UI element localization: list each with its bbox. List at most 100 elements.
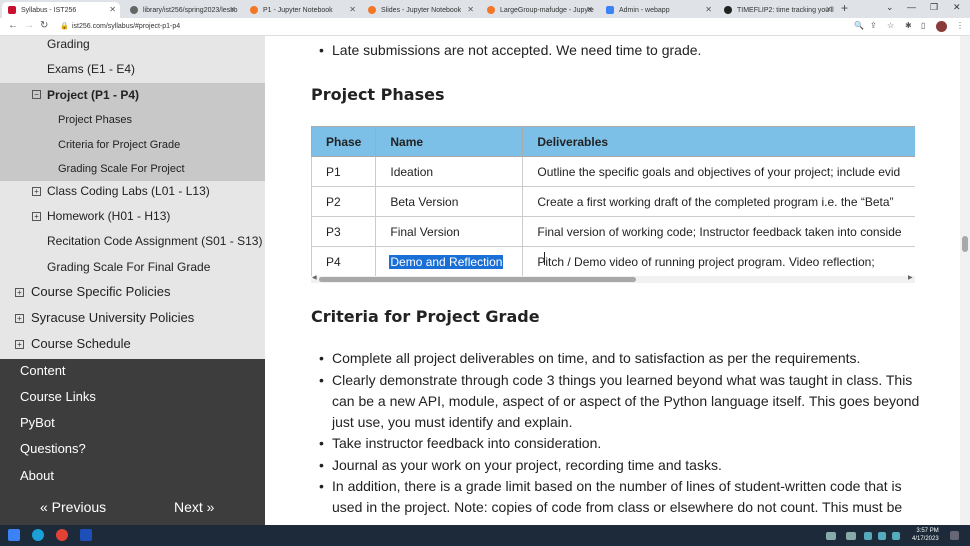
menu-icon[interactable]: ⋮ xyxy=(956,21,964,30)
syllabus-favicon-icon xyxy=(8,6,16,14)
sidebar-item-homework[interactable]: + Homework (H01 - H13) xyxy=(0,208,265,224)
system-tray-icon[interactable] xyxy=(864,532,872,540)
jupyter-favicon-icon xyxy=(368,6,376,14)
reload-icon[interactable]: ↻ xyxy=(40,20,48,31)
next-page-link[interactable]: Next » xyxy=(174,499,214,515)
sidebar-item-criteria[interactable]: Criteria for Project Grade xyxy=(0,132,265,157)
chrome-icon[interactable] xyxy=(56,529,68,541)
phase-cell: P2 xyxy=(311,186,377,217)
tab-syllabus[interactable]: Syllabus - IST256 ✕ xyxy=(2,2,120,18)
wifi-icon[interactable] xyxy=(878,532,886,540)
column-header-phase: Phase xyxy=(311,126,377,157)
close-icon[interactable]: ✕ xyxy=(586,5,593,14)
new-tab-icon[interactable]: + xyxy=(841,1,848,15)
sidebar-item-label: Project Phases xyxy=(58,114,132,126)
side-panel-icon[interactable]: ▯ xyxy=(921,21,925,30)
tab-admin[interactable]: Admin - webapp ✕ xyxy=(600,2,716,18)
scrollbar-thumb[interactable] xyxy=(319,277,636,282)
tab-largegroup[interactable]: LargeGroup-mafudge - Jupyte ✕ xyxy=(481,2,597,18)
expand-icon[interactable]: + xyxy=(15,314,24,323)
criteria-heading: Criteria for Project Grade xyxy=(311,307,540,326)
sidebar-item-label: Criteria for Project Grade xyxy=(58,139,181,151)
sidebar-item-label: Course Schedule xyxy=(31,336,131,351)
link-pybot[interactable]: PyBot xyxy=(20,415,55,430)
minimize-icon[interactable]: — xyxy=(907,2,916,12)
volume-icon[interactable] xyxy=(892,532,900,540)
clock[interactable]: 3:57 PM 4/17/2023 xyxy=(912,527,939,543)
previous-page-link[interactable]: « Previous xyxy=(40,499,106,515)
close-icon[interactable]: ✕ xyxy=(705,5,712,14)
phase-cell: P3 xyxy=(311,216,377,247)
expand-icon[interactable]: + xyxy=(32,187,41,196)
tab-label: LargeGroup-mafudge - Jupyte xyxy=(500,6,594,14)
tab-library[interactable]: library/ist256/spring2023/lesso ✕ xyxy=(124,2,240,18)
sidebar-item-course-schedule[interactable]: + Course Schedule xyxy=(0,336,265,352)
forward-icon[interactable]: → xyxy=(24,20,34,31)
scroll-left-icon[interactable]: ◀ xyxy=(312,274,317,281)
tab-p1-notebook[interactable]: P1 - Jupyter Notebook ✕ xyxy=(244,2,360,18)
sidebar-item-project[interactable]: − Project (P1 - P4) xyxy=(0,83,265,107)
close-window-icon[interactable]: ✕ xyxy=(953,2,961,13)
zoom-icon[interactable]: 🔍 xyxy=(854,21,864,30)
sidebar-item-course-policies[interactable]: + Course Specific Policies xyxy=(0,284,265,300)
project-phases-table: Phase Name Deliverables P1 Ideation Outl… xyxy=(311,126,915,276)
edge-icon[interactable] xyxy=(32,529,44,541)
scroll-right-icon[interactable]: ▶ xyxy=(908,274,913,281)
selected-text: Demo and Reflection xyxy=(389,254,504,269)
expand-icon[interactable]: + xyxy=(15,288,24,297)
expand-icon[interactable]: + xyxy=(32,212,41,221)
scrollbar-thumb[interactable] xyxy=(962,236,968,252)
close-icon[interactable]: ✕ xyxy=(467,5,474,14)
tab-label: Admin - webapp xyxy=(619,6,670,14)
link-questions[interactable]: Questions? xyxy=(20,441,86,456)
close-icon[interactable]: ✕ xyxy=(349,5,356,14)
sidebar-item-label: Course Specific Policies xyxy=(31,284,171,299)
sidebar-item-grading[interactable]: Grading xyxy=(0,36,265,52)
tab-timeflip[interactable]: TIMEFLIP2: time tracking you'll ✕ xyxy=(718,2,836,18)
url-field[interactable]: 🔒 ist256.com/syllabus/#project-p1-p4 xyxy=(60,21,840,33)
back-icon[interactable]: ← xyxy=(8,20,18,31)
collapse-icon[interactable]: − xyxy=(32,90,41,99)
sidebar-item-label: Grading Scale For Project xyxy=(58,163,185,175)
phase-cell: P4 xyxy=(311,246,377,276)
close-icon[interactable]: ✕ xyxy=(109,5,116,14)
sidebar-item-project-phases[interactable]: Project Phases xyxy=(0,107,265,132)
bookmark-star-icon[interactable]: ☆ xyxy=(887,21,894,30)
tab-label: TIMEFLIP2: time tracking you'll xyxy=(737,6,834,14)
expand-icon[interactable]: + xyxy=(15,340,24,349)
sidebar-item-coding-labs[interactable]: + Class Coding Labs (L01 - L13) xyxy=(0,183,265,199)
webapp-favicon-icon xyxy=(606,6,614,14)
list-item-continuation: just use, you must identify and explain. xyxy=(332,414,573,430)
link-course-links[interactable]: Course Links xyxy=(20,389,96,404)
table-row: P2 Beta Version Create a first working d… xyxy=(311,186,915,217)
system-tray-icon[interactable] xyxy=(846,532,856,540)
tab-label: Slides - Jupyter Notebook xyxy=(381,6,462,14)
close-icon[interactable]: ✕ xyxy=(229,5,236,14)
list-item: Clearly demonstrate through code 3 thing… xyxy=(319,370,922,391)
share-icon[interactable]: ⇪ xyxy=(870,21,877,30)
sidebar-item-grading-scale-final[interactable]: Grading Scale For Final Grade xyxy=(0,259,265,275)
notification-icon[interactable] xyxy=(950,531,959,540)
page-vertical-scrollbar[interactable] xyxy=(960,36,970,525)
sidebar-item-recitation[interactable]: Recitation Code Assignment (S01 - S13) xyxy=(0,233,265,249)
link-content[interactable]: Content xyxy=(20,363,66,378)
sidebar-item-label: Grading xyxy=(47,37,90,51)
tab-search-icon[interactable]: ⌄ xyxy=(886,2,894,13)
windows-start-icon[interactable] xyxy=(8,529,20,541)
project-phases-heading: Project Phases xyxy=(311,85,445,104)
profile-avatar[interactable] xyxy=(936,21,947,32)
sidebar-item-exams[interactable]: Exams (E1 - E4) xyxy=(0,61,265,77)
restore-icon[interactable]: ❐ xyxy=(930,2,938,13)
close-icon[interactable]: ✕ xyxy=(825,5,832,14)
clock-date: 4/17/2023 xyxy=(912,536,939,542)
system-tray-icon[interactable] xyxy=(826,532,836,540)
extensions-icon[interactable]: ✱ xyxy=(905,21,912,30)
app-icon[interactable] xyxy=(80,529,92,541)
sidebar-item-su-policies[interactable]: + Syracuse University Policies xyxy=(0,310,265,326)
address-bar: ← → ↻ 🔒 ist256.com/syllabus/#project-p1-… xyxy=(0,18,970,36)
list-item: Complete all project deliverables on tim… xyxy=(319,348,922,369)
sidebar-item-grading-scale-project[interactable]: Grading Scale For Project xyxy=(0,157,265,181)
tab-slides-notebook[interactable]: Slides - Jupyter Notebook ✕ xyxy=(362,2,478,18)
link-about[interactable]: About xyxy=(20,468,54,483)
table-horizontal-scrollbar[interactable]: ◀ ▶ xyxy=(311,274,915,283)
